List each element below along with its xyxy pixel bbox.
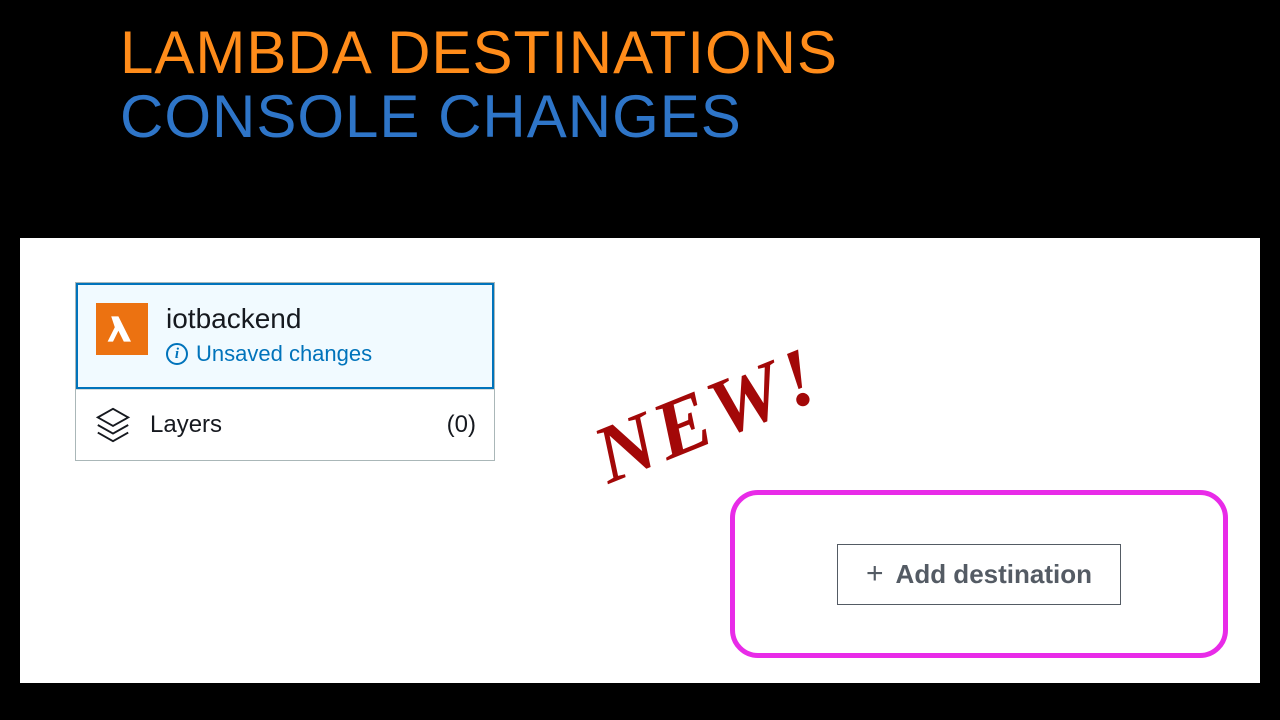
function-name: iotbackend <box>166 303 372 335</box>
layers-count: (0) <box>447 411 476 439</box>
new-annotation: NEW! <box>581 327 834 502</box>
function-info: iotbackend i Unsaved changes <box>166 303 372 367</box>
title-line-2: CONSOLE CHANGES <box>120 82 838 151</box>
layers-label: Layers <box>150 411 429 439</box>
layers-row[interactable]: Layers (0) <box>76 389 494 460</box>
function-header[interactable]: iotbackend i Unsaved changes <box>76 283 494 389</box>
info-icon: i <box>166 343 188 365</box>
function-card[interactable]: iotbackend i Unsaved changes Layers (0) <box>75 282 495 461</box>
slide-title: LAMBDA DESTINATIONS CONSOLE CHANGES <box>120 18 838 151</box>
plus-icon: + <box>866 559 884 589</box>
console-panel: iotbackend i Unsaved changes Layers (0) … <box>20 238 1260 683</box>
unsaved-changes-row: i Unsaved changes <box>166 341 372 367</box>
layers-icon <box>94 406 132 444</box>
title-line-1: LAMBDA DESTINATIONS <box>120 18 838 87</box>
highlight-box: + Add destination <box>730 490 1228 658</box>
unsaved-changes-label: Unsaved changes <box>196 341 372 367</box>
add-destination-label: Add destination <box>896 559 1092 590</box>
lambda-icon <box>96 303 148 355</box>
add-destination-button[interactable]: + Add destination <box>837 544 1121 605</box>
